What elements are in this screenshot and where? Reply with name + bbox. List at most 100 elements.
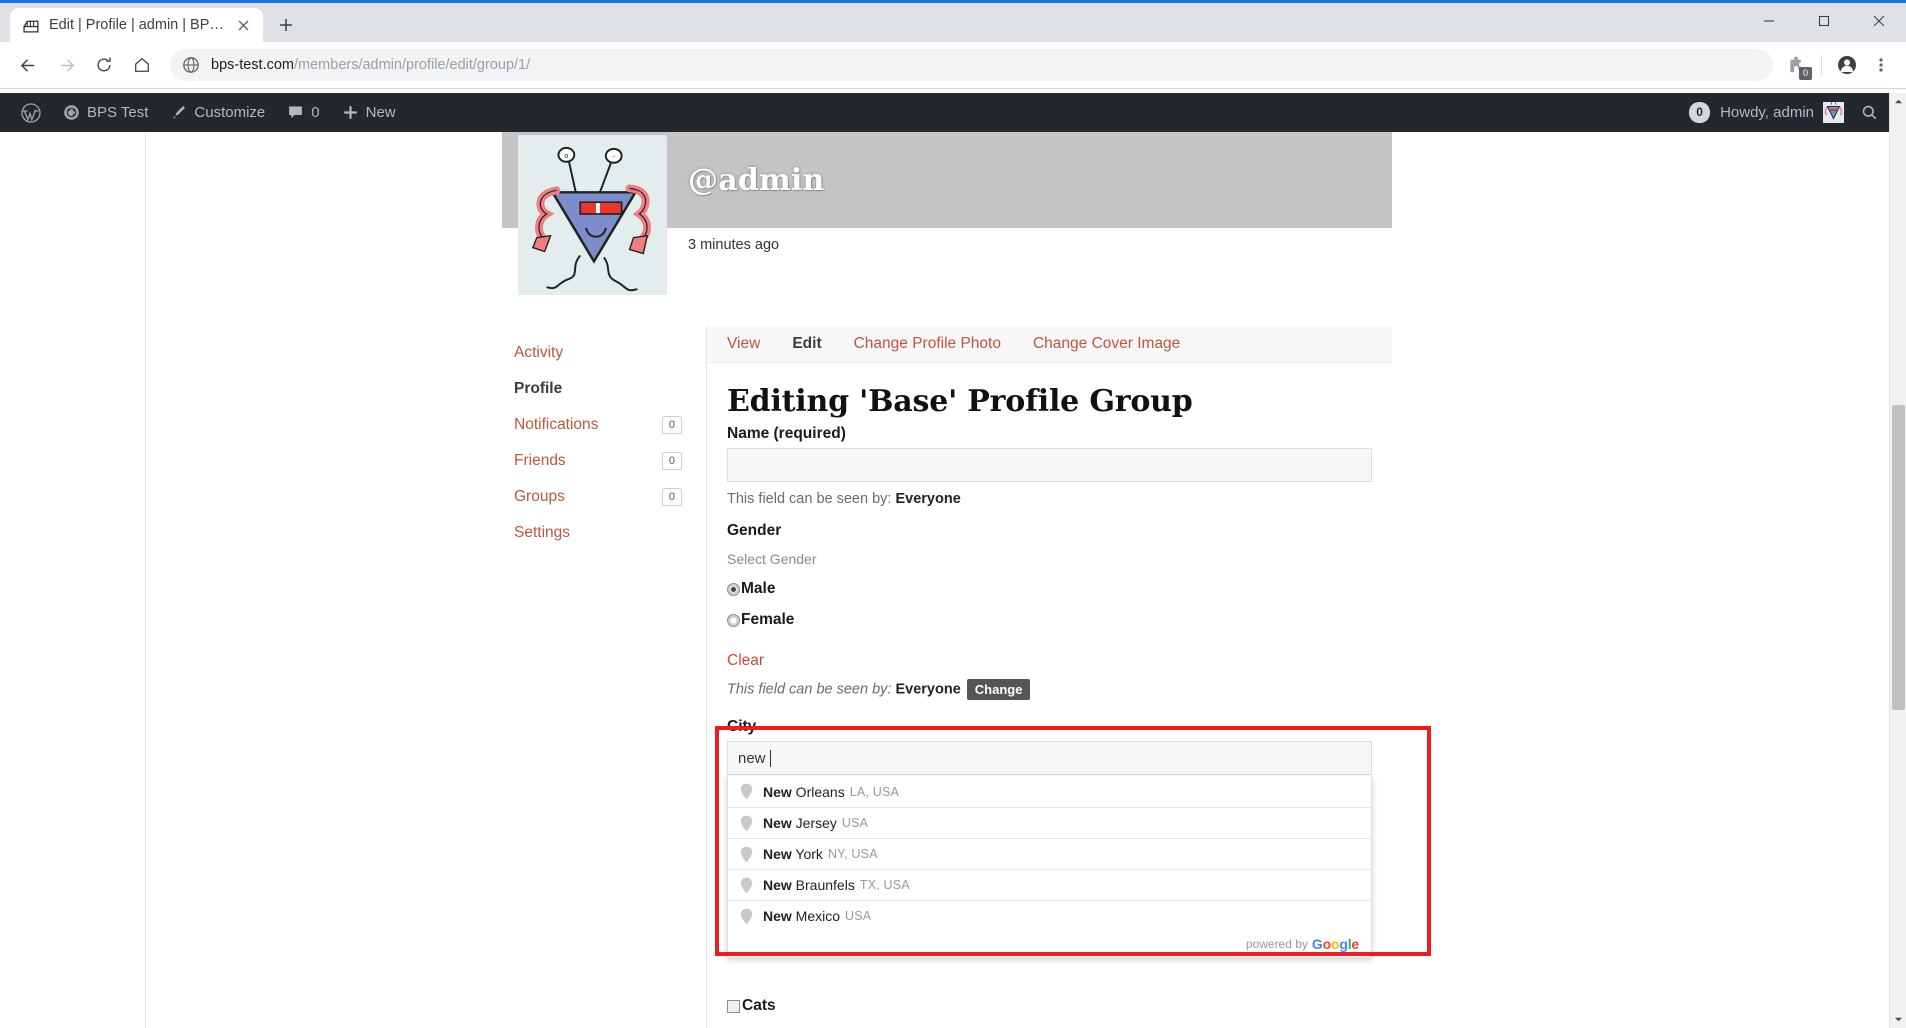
tab-title: Edit | Profile | admin | BPS Test <box>49 17 224 33</box>
visibility-change-button[interactable]: Change <box>966 679 1031 700</box>
page-favicon <box>23 20 39 33</box>
sidebar-item-friends[interactable]: Friends 0 <box>502 443 706 479</box>
visibility-value: Everyone <box>895 491 961 507</box>
tab-view[interactable]: View <box>707 335 776 353</box>
toolbar-right-actions: 0 <box>1781 50 1896 80</box>
sidebar-item-profile[interactable]: Profile <box>502 371 706 407</box>
field-gender-visibility: This field can be seen by: Everyone Chang… <box>727 679 1372 700</box>
home-button[interactable] <box>124 47 160 83</box>
user-avatar-icon <box>1823 102 1844 123</box>
checkbox-group: Cats Dogs Birds <box>727 997 1372 1028</box>
tab-edit[interactable]: Edit <box>776 335 837 353</box>
window-controls <box>1741 0 1906 42</box>
avatar[interactable]: o - <box>518 135 667 295</box>
window-close-button[interactable] <box>1851 0 1906 42</box>
list-item[interactable]: New Orleans LA, USA <box>728 776 1371 807</box>
svg-text:o: o <box>564 152 568 160</box>
list-item[interactable]: New Mexico USA <box>728 900 1371 931</box>
tab-change-cover-image[interactable]: Change Cover Image <box>1017 335 1196 353</box>
new-content-menu[interactable]: New <box>331 93 407 132</box>
visibility-prefix: This field can be seen by: <box>727 491 892 507</box>
back-button[interactable] <box>10 47 46 83</box>
page-viewport: BPS Test Customize 0 New 0 Howdy, admin … <box>0 93 1906 1028</box>
tab-change-profile-photo[interactable]: Change Profile Photo <box>838 335 1017 353</box>
paintbrush-icon <box>172 106 186 119</box>
new-tab-button[interactable] <box>269 8 303 42</box>
list-item[interactable]: New Jersey USA <box>728 807 1371 838</box>
checkbox-row-cats[interactable]: Cats <box>727 997 1372 1015</box>
gender-clear-link[interactable]: Clear <box>727 652 764 670</box>
sidebar-item-activity[interactable]: Activity <box>502 335 706 371</box>
sidebar-item-label: Friends <box>514 452 566 470</box>
suggestion-match: New <box>763 877 792 893</box>
suggestion-name: New Braunfels <box>763 877 855 893</box>
field-city: City new New Orleans LA, USA New Jersey … <box>715 718 1431 958</box>
visibility-value: Everyone <box>895 681 961 698</box>
toolbar-divider <box>1821 55 1822 75</box>
suggestion-region: USA <box>845 909 872 923</box>
suggestion-rest: Mexico <box>791 908 841 924</box>
wordpress-logo-icon <box>21 102 41 123</box>
scroll-down-arrow-icon[interactable] <box>1890 1011 1906 1028</box>
minimize-button[interactable] <box>1741 0 1796 42</box>
page-body: @admin o - 3 minutes ago Activity Profil… <box>0 132 1906 1028</box>
wp-logo-menu[interactable] <box>10 93 52 132</box>
profile-panels: Activity Profile Notifications 0 Friends… <box>502 326 1431 1028</box>
city-input[interactable]: new <box>727 741 1372 775</box>
scrollbar-thumb[interactable] <box>1892 405 1905 710</box>
sidebar-item-count: 0 <box>661 452 682 471</box>
sidebar-item-label: Groups <box>514 488 565 506</box>
comments-count: 0 <box>311 104 320 121</box>
radio-female[interactable] <box>727 613 740 627</box>
url-path: /members/admin/profile/edit/group/1/ <box>294 57 531 73</box>
suggestion-region: LA, USA <box>849 784 900 799</box>
suggestion-rest: Orleans <box>791 783 845 800</box>
browser-tab[interactable]: Edit | Profile | admin | BPS Test <box>10 8 263 42</box>
sidebar-item-groups[interactable]: Groups 0 <box>502 479 706 515</box>
admin-bar-search-icon[interactable] <box>1854 98 1884 128</box>
list-item[interactable]: New York NY, USA <box>728 838 1371 869</box>
maximize-button[interactable] <box>1796 0 1851 42</box>
three-dot-menu-icon[interactable] <box>1866 50 1896 80</box>
notifications-bubble[interactable]: 0 <box>1689 102 1711 123</box>
site-name-label: BPS Test <box>87 104 149 121</box>
map-pin-icon <box>740 877 753 893</box>
suggestion-region: TX, USA <box>859 878 910 892</box>
suggestion-region: USA <box>841 816 869 830</box>
radio-male-label: Male <box>741 580 776 597</box>
reload-button[interactable] <box>86 47 122 83</box>
map-pin-icon <box>740 908 753 924</box>
customize-menu[interactable]: Customize <box>159 93 276 132</box>
checkbox-cats[interactable] <box>727 999 740 1013</box>
field-name-label: Name (required) <box>727 425 846 442</box>
forward-button[interactable] <box>48 47 84 83</box>
profile-subnav: View Edit Change Profile Photo Change Co… <box>707 326 1392 363</box>
sidebar-item-settings[interactable]: Settings <box>502 515 706 551</box>
site-name-menu[interactable]: BPS Test <box>52 93 159 132</box>
browser-window: Edit | Profile | admin | BPS Test <box>0 0 1906 1028</box>
howdy-account-menu[interactable]: Howdy, admin <box>1710 102 1854 123</box>
comments-menu[interactable]: 0 <box>276 93 330 132</box>
puzzle-piece-icon[interactable]: 0 <box>1781 50 1812 80</box>
page-scrollbar[interactable] <box>1889 93 1906 1028</box>
scroll-up-arrow-icon[interactable] <box>1890 93 1906 110</box>
field-name: Name (required) This field can be seen b… <box>727 425 1372 507</box>
name-input[interactable] <box>727 448 1372 482</box>
radio-female-label: Female <box>741 611 795 628</box>
field-gender: Gender Select Gender Male Female Clear T… <box>727 522 1372 700</box>
gender-option-female[interactable]: Female <box>727 611 1372 629</box>
sidebar-item-count: 0 <box>661 416 682 435</box>
last-active-text: 3 minutes ago <box>688 237 780 253</box>
radio-male[interactable] <box>727 582 740 596</box>
sidebar-item-notifications[interactable]: Notifications 0 <box>502 407 706 443</box>
user-navigation: Activity Profile Notifications 0 Friends… <box>502 326 707 1028</box>
gender-option-male[interactable]: Male <box>727 580 1372 598</box>
checkbox-cats-label: Cats <box>742 997 776 1014</box>
list-item[interactable]: New Braunfels TX, USA <box>728 869 1371 900</box>
tab-close-icon[interactable] <box>233 15 253 35</box>
address-bar[interactable]: bps-test.com/members/admin/profile/edit/… <box>170 49 1773 81</box>
field-gender-label: Gender <box>727 522 782 539</box>
suggestion-rest: York <box>791 846 823 862</box>
account-circle-icon[interactable] <box>1832 50 1862 80</box>
suggestion-match: New <box>763 815 792 831</box>
